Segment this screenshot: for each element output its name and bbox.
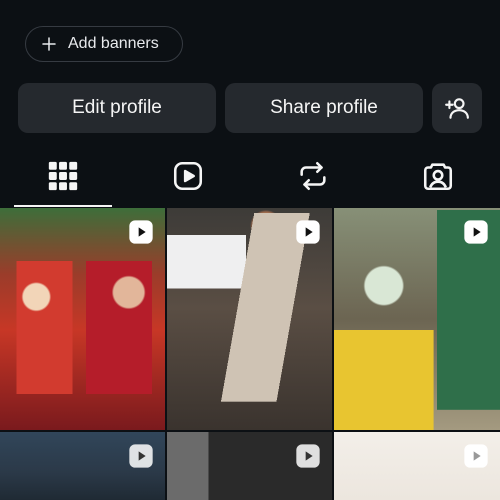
grid-icon xyxy=(48,161,77,191)
tab-reposts[interactable] xyxy=(250,145,375,207)
grid-tile-light-background[interactable] xyxy=(334,432,500,500)
reel-icon xyxy=(129,444,153,468)
reposts-icon xyxy=(299,161,326,191)
tagged-icon xyxy=(423,163,452,191)
reel-icon xyxy=(296,444,320,468)
share-profile-label: Share profile xyxy=(270,97,378,118)
grid-tile-vr-headset[interactable] xyxy=(0,432,165,500)
edit-profile-label: Edit profile xyxy=(72,97,162,118)
grid-tile-wedding-couple[interactable] xyxy=(0,208,165,430)
profile-tabs xyxy=(0,145,500,207)
posts-grid xyxy=(0,208,500,500)
reel-icon xyxy=(464,444,488,468)
grid-tile-man-with-car[interactable] xyxy=(167,208,332,430)
reels-icon xyxy=(173,161,202,191)
reel-icon xyxy=(296,220,320,244)
reel-icon xyxy=(464,220,488,244)
add-person-icon xyxy=(445,98,469,119)
tab-reels[interactable] xyxy=(125,145,250,207)
tab-tagged[interactable] xyxy=(375,145,500,207)
grid-tile-storefront[interactable] xyxy=(167,432,332,500)
edit-profile-button[interactable]: Edit profile xyxy=(18,83,216,133)
reel-icon xyxy=(129,220,153,244)
plus-icon xyxy=(42,37,56,51)
grid-tile-street-vendor[interactable] xyxy=(334,208,500,430)
share-profile-button[interactable]: Share profile xyxy=(225,83,423,133)
add-banners-button[interactable]: Add banners xyxy=(25,26,183,62)
discover-people-button[interactable] xyxy=(432,83,482,133)
tab-posts-grid[interactable] xyxy=(0,145,125,207)
add-banners-label: Add banners xyxy=(68,35,159,52)
